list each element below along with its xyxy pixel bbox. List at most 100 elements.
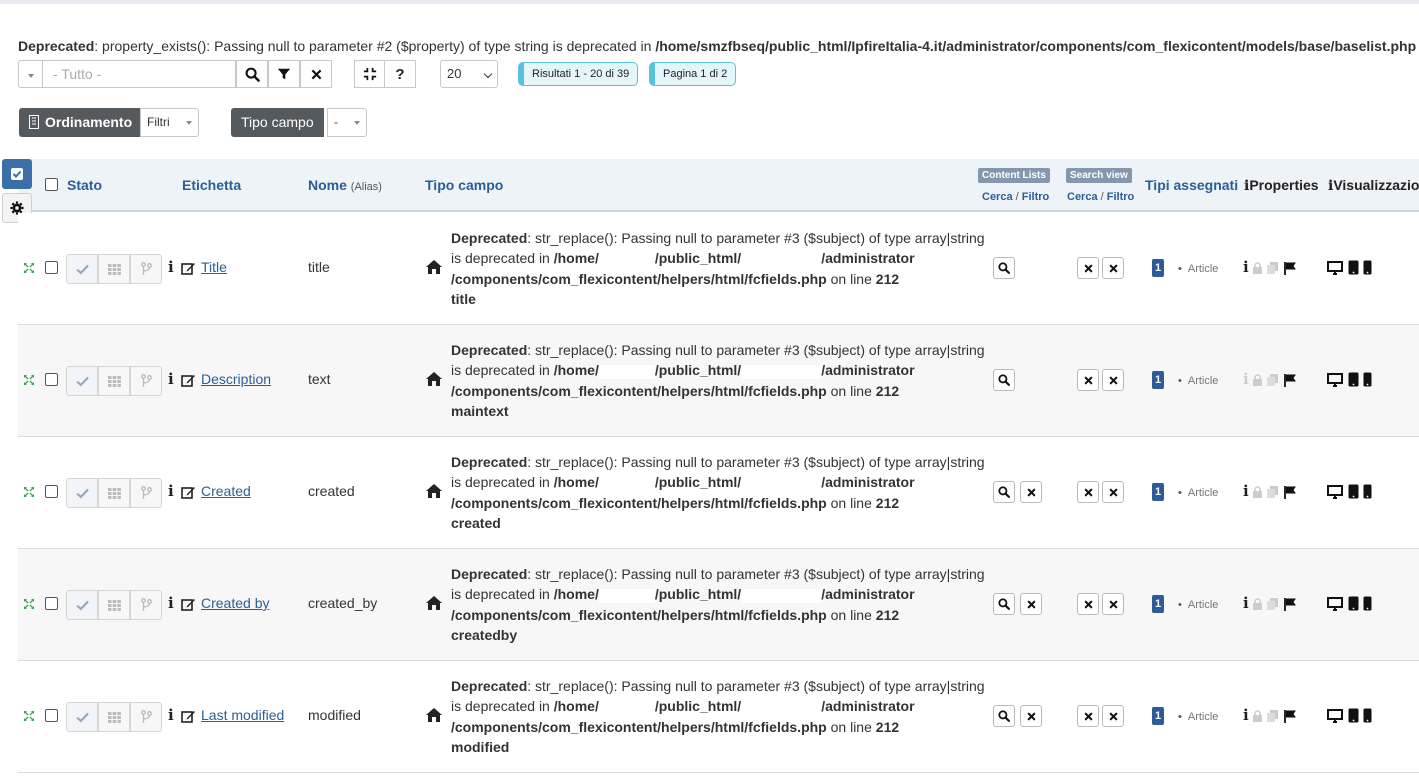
info-icon[interactable]: i [168, 482, 174, 500]
search-view-filter-toggle[interactable] [1102, 705, 1124, 727]
publish-toggle-button[interactable] [66, 254, 98, 284]
content-lists-search-toggle[interactable] [993, 257, 1015, 279]
info-icon[interactable]: i [168, 258, 174, 276]
row-checkbox[interactable] [45, 373, 58, 386]
drag-handle-icon[interactable] [23, 262, 35, 274]
drag-handle-icon[interactable] [23, 598, 35, 610]
deprecated-message: : str_replace(): Passing null to paramet… [527, 566, 985, 582]
content-lists-filter-toggle[interactable] [1020, 481, 1042, 503]
info-icon[interactable]: i [168, 370, 174, 388]
search-view-filtro[interactable]: Filtro [1107, 191, 1135, 203]
field-type-label: Tipo campo [231, 108, 324, 137]
row-checkbox[interactable] [45, 709, 58, 722]
publish-toggle-button[interactable] [66, 478, 98, 508]
field-label-link[interactable]: Description [201, 371, 271, 387]
toggle-select-tool[interactable] [2, 159, 32, 189]
mobile-icon [1363, 708, 1372, 723]
branch-button[interactable] [130, 478, 162, 508]
drag-handle-icon[interactable] [23, 374, 35, 386]
content-lists-search-toggle[interactable] [993, 705, 1015, 727]
field-name: modified [308, 707, 361, 723]
row-checkbox[interactable] [45, 261, 58, 274]
redacted-region [741, 588, 822, 603]
filter-button[interactable] [268, 60, 300, 88]
ordering-button[interactable]: Ordinamento [19, 108, 143, 137]
publish-toggle-button[interactable] [66, 702, 98, 732]
compress-button[interactable] [354, 60, 386, 88]
row-checkbox[interactable] [45, 485, 58, 498]
deprecated-notice-row: Deprecated: str_replace(): Passing null … [451, 676, 985, 757]
edit-icon[interactable] [181, 261, 196, 276]
content-lists-links[interactable]: Cerca / Filtro [982, 191, 1049, 203]
field-type-select[interactable]: - [327, 108, 367, 137]
deprecated-label: Deprecated [18, 38, 95, 54]
ordering-select[interactable]: Filtri [140, 108, 199, 137]
search-view-search-toggle[interactable] [1077, 369, 1099, 391]
page-badge: Pagina 1 di 2 [649, 62, 737, 86]
header-nome[interactable]: Nome (Alias) [308, 177, 382, 193]
branch-button[interactable] [130, 366, 162, 396]
publish-toggle-button[interactable] [66, 366, 98, 396]
info-icon[interactable]: i [168, 706, 174, 724]
help-button[interactable]: ? [384, 60, 416, 88]
grid-button[interactable] [98, 478, 130, 508]
search-view-search-toggle[interactable] [1077, 593, 1099, 615]
drag-handle-icon[interactable] [23, 710, 35, 722]
table-header: Stato Etichetta Nome (Alias) Tipo campo … [18, 159, 1419, 212]
field-label-link[interactable]: Title [201, 259, 227, 275]
field-label-link[interactable]: Created by [201, 595, 269, 611]
search-button[interactable] [236, 60, 268, 88]
header-tipi-assegnati[interactable]: Tipi assegnati [1145, 177, 1238, 193]
grid-button[interactable] [98, 366, 130, 396]
info-icon[interactable]: i [168, 594, 174, 612]
search-view-filter-toggle[interactable] [1102, 593, 1124, 615]
grid-button[interactable] [98, 590, 130, 620]
branch-button[interactable] [130, 702, 162, 732]
search-scope-select[interactable] [18, 60, 42, 88]
publish-toggle-button[interactable] [66, 590, 98, 620]
content-lists-filtro[interactable]: Filtro [1022, 191, 1050, 203]
edit-icon[interactable] [181, 485, 196, 500]
branch-button[interactable] [130, 590, 162, 620]
content-lists-cerca[interactable]: Cerca [982, 191, 1013, 203]
field-label-link[interactable]: Created [201, 483, 251, 499]
search-icon [245, 67, 260, 82]
drag-handle-icon[interactable] [23, 486, 35, 498]
clear-button[interactable] [300, 60, 332, 88]
select-all-checkbox[interactable] [45, 178, 58, 191]
branch-button[interactable] [130, 254, 162, 284]
deprecated-administrator: /administrator [821, 474, 915, 491]
grid-button[interactable] [98, 254, 130, 284]
edit-icon[interactable] [181, 709, 196, 724]
field-label-link[interactable]: Last modified [201, 707, 284, 723]
copy-icon [1267, 598, 1278, 610]
header-tipo-campo[interactable]: Tipo campo [425, 177, 503, 193]
search-view-filter-toggle[interactable] [1102, 369, 1124, 391]
header-stato[interactable]: Stato [67, 177, 102, 193]
header-etichetta[interactable]: Etichetta [182, 177, 241, 193]
search-view-filter-toggle[interactable] [1102, 481, 1124, 503]
search-view-filter-toggle[interactable] [1102, 257, 1124, 279]
copy-icon [1267, 710, 1278, 722]
search-view-cerca[interactable]: Cerca [1067, 191, 1098, 203]
content-lists-search-toggle[interactable] [993, 593, 1015, 615]
table-row: i Title title Deprecated: str_replace():… [18, 213, 1419, 325]
search-input[interactable]: - Tutto - [42, 60, 236, 88]
search-view-search-toggle[interactable] [1077, 257, 1099, 279]
deprecated-notice-row: Deprecated: str_replace(): Passing null … [451, 340, 985, 421]
grid-button[interactable] [98, 702, 130, 732]
content-lists-search-toggle[interactable] [993, 369, 1015, 391]
edit-icon[interactable] [181, 373, 196, 388]
search-view-search-toggle[interactable] [1077, 705, 1099, 727]
content-lists-filter-toggle[interactable] [1020, 593, 1042, 615]
row-checkbox[interactable] [45, 597, 58, 610]
search-view-search-toggle[interactable] [1077, 481, 1099, 503]
deprecated-line-number: 212 [875, 718, 900, 735]
grid-icon [107, 487, 121, 499]
list-limit-select[interactable]: 20 [440, 60, 498, 88]
content-lists-search-toggle[interactable] [993, 481, 1015, 503]
search-view-links[interactable]: Cerca / Filtro [1067, 191, 1134, 203]
content-lists-filter-toggle[interactable] [1020, 705, 1042, 727]
edit-icon[interactable] [181, 597, 196, 612]
flag-icon [1284, 262, 1296, 275]
